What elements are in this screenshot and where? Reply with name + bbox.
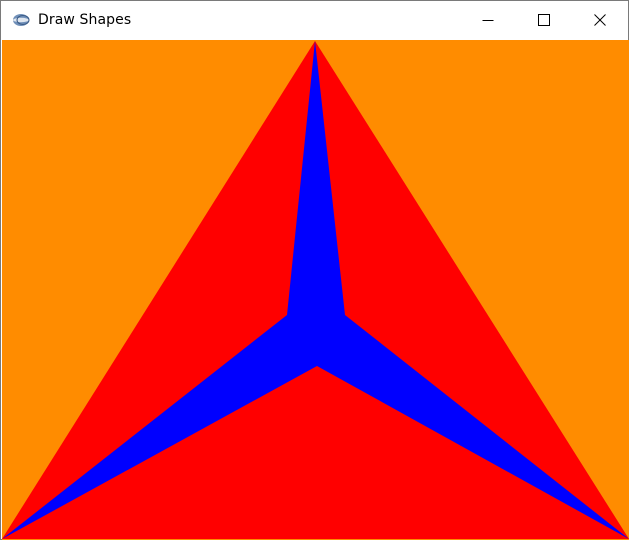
maximize-icon [538,11,550,30]
close-icon [594,11,606,30]
shapes-svg [2,40,629,540]
title-bar[interactable]: Draw Shapes [1,1,628,39]
minimize-button[interactable] [460,1,516,39]
eclipse-app-icon [12,13,32,27]
window-controls [460,1,628,39]
maximize-button[interactable] [516,1,572,39]
close-button[interactable] [572,1,628,39]
app-window: Draw Shapes [0,0,629,540]
drawing-canvas [2,40,629,540]
window-title: Draw Shapes [38,12,132,28]
minimize-icon [482,11,494,30]
